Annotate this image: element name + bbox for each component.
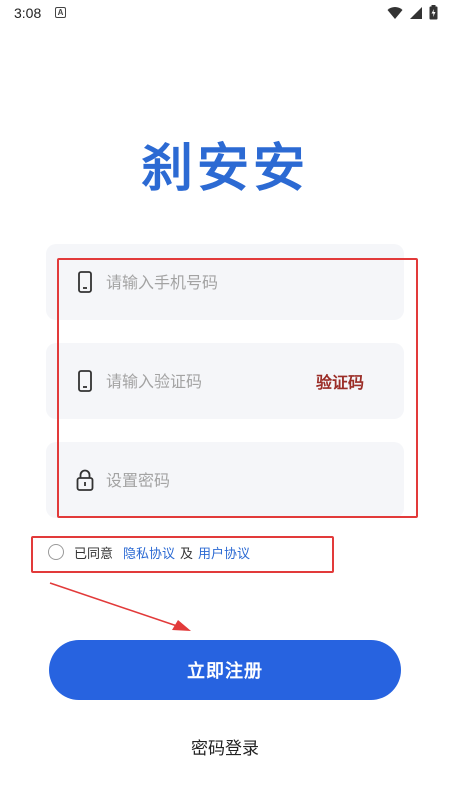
agreement-prefix: 已同意 (74, 546, 114, 562)
password-login-link[interactable]: 密码登录 (0, 734, 450, 759)
status-icons (387, 5, 438, 20)
privacy-policy-link[interactable]: 隐私协议 (123, 543, 175, 562)
user-agreement-link[interactable]: 用户协议 (198, 543, 250, 562)
annotation-box-form (57, 258, 418, 518)
agreement-separator: 及 (180, 546, 194, 562)
agreement-radio[interactable] (48, 544, 64, 560)
app-title: 刹安安 (140, 138, 309, 199)
agreement-row: 已同意 隐私协议 及 用户协议 (48, 541, 250, 563)
notification-badge-icon: A (55, 7, 66, 18)
signal-icon (410, 6, 422, 19)
wifi-icon (387, 6, 403, 19)
register-button[interactable]: 立即注册 (49, 640, 401, 700)
status-time: 3:08 (14, 5, 42, 21)
status-bar: 3:08 A (0, 0, 450, 26)
battery-icon (429, 5, 438, 20)
